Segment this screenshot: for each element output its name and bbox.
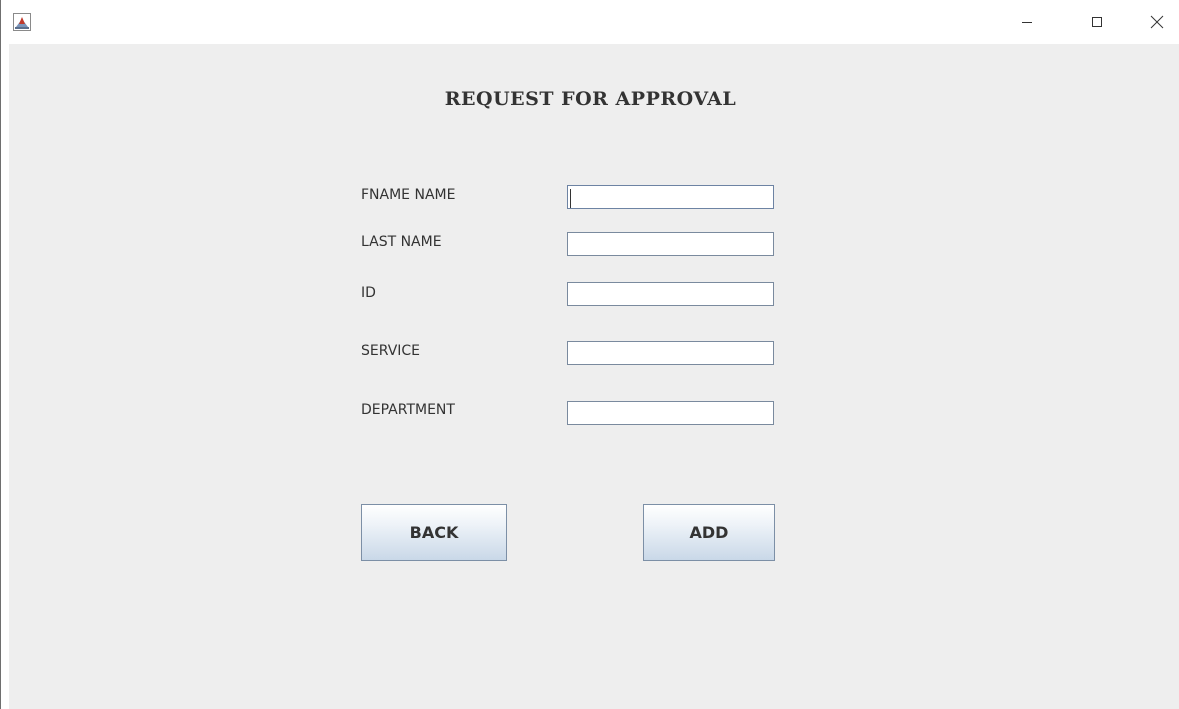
add-button[interactable]: ADD <box>643 504 775 561</box>
close-icon <box>1150 15 1164 29</box>
service-label: SERVICE <box>361 343 421 359</box>
last-name-input[interactable] <box>567 232 774 256</box>
minimize-button[interactable] <box>1004 0 1050 44</box>
service-input[interactable] <box>567 341 774 365</box>
department-label: DEPARTMENT <box>361 402 455 418</box>
app-window: REQUEST FOR APPROVAL FNAME NAME LAST NAM… <box>0 0 1179 709</box>
department-input[interactable] <box>567 401 774 425</box>
java-app-icon <box>13 13 31 31</box>
back-button[interactable]: BACK <box>361 504 507 561</box>
minimize-icon <box>1022 22 1032 23</box>
last-name-label: LAST NAME <box>361 234 442 250</box>
form-panel: REQUEST FOR APPROVAL FNAME NAME LAST NAM… <box>9 44 1179 709</box>
id-input[interactable] <box>567 282 774 306</box>
close-button[interactable] <box>1134 0 1179 44</box>
maximize-button[interactable] <box>1074 0 1120 44</box>
first-name-label: FNAME NAME <box>361 187 456 203</box>
page-title: REQUEST FOR APPROVAL <box>444 88 737 110</box>
first-name-input[interactable] <box>567 185 774 209</box>
id-label: ID <box>361 285 376 301</box>
maximize-icon <box>1092 17 1102 27</box>
title-bar[interactable] <box>1 0 1179 44</box>
text-caret <box>570 189 571 208</box>
